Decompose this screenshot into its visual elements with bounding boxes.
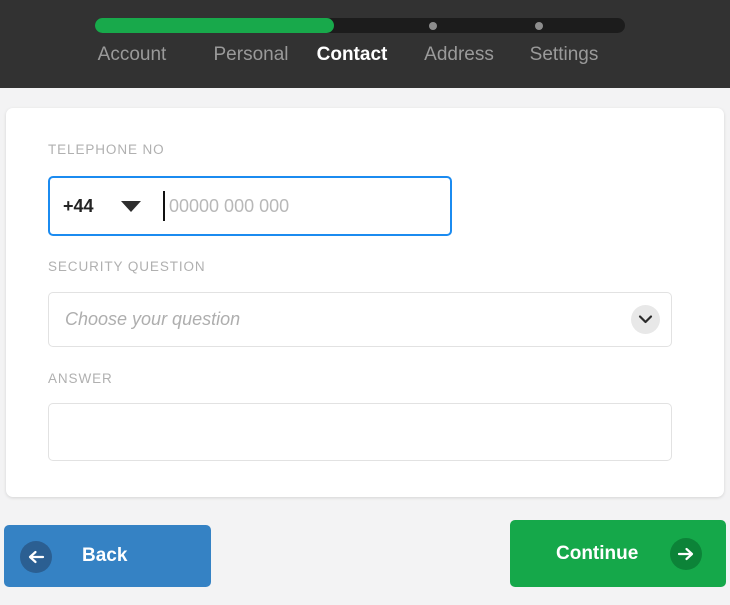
arrow-right-icon <box>670 538 702 570</box>
answer-input[interactable] <box>49 404 671 460</box>
progress-step-dot <box>534 21 543 30</box>
progress-step-dot <box>428 21 437 30</box>
telephone-field[interactable]: +44 00000 000 000 <box>48 176 452 236</box>
answer-label: ANSWER <box>48 371 113 386</box>
continue-button-label: Continue <box>556 542 639 564</box>
triangle-down-icon[interactable] <box>121 201 141 212</box>
wizard-header: Account Personal Contact Address Setting… <box>0 0 730 88</box>
step-label-address[interactable]: Address <box>399 42 519 68</box>
security-question-select[interactable]: Choose your question <box>48 292 672 347</box>
back-button[interactable]: Back <box>4 525 211 587</box>
country-code-value[interactable]: +44 <box>63 178 94 234</box>
continue-button[interactable]: Continue <box>510 520 726 587</box>
step-label-account[interactable]: Account <box>72 42 192 68</box>
security-question-placeholder: Choose your question <box>65 309 241 329</box>
text-cursor <box>163 191 165 221</box>
back-button-label: Back <box>82 545 128 566</box>
step-label-contact[interactable]: Contact <box>292 42 412 68</box>
arrow-left-icon <box>20 541 52 573</box>
step-labels: Account Personal Contact Address Setting… <box>0 42 730 72</box>
chevron-down-icon[interactable] <box>631 305 660 334</box>
telephone-placeholder[interactable]: 00000 000 000 <box>169 178 289 234</box>
answer-field[interactable] <box>48 403 672 461</box>
security-question-label: SECURITY QUESTION <box>48 259 206 274</box>
step-label-settings[interactable]: Settings <box>504 42 624 68</box>
telephone-label: TELEPHONE NO <box>48 142 165 157</box>
progress-fill <box>95 18 334 33</box>
progress-track <box>95 18 625 33</box>
